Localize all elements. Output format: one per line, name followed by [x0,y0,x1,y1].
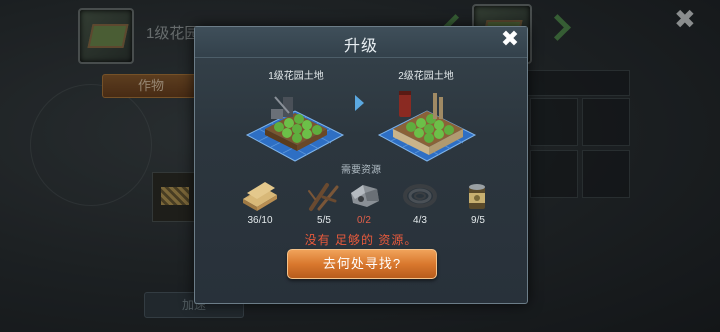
wood-planks-icon [243,182,277,211]
resource-item: 4/3 [393,179,447,231]
resource-item: 36/10 [233,179,287,231]
garden-plot-level1-icon [245,96,345,162]
resource-count: 4/3 [413,215,427,226]
garden-plot-level2-icon [377,91,477,162]
current-level-label: 1级花园土地 [268,71,324,82]
resource-count: 0/2 [357,215,371,226]
resource-count: 9/5 [471,215,485,226]
insufficient-resources-message: 没有 足够的 资源。 [304,233,418,247]
resource-item: 0/2 [337,179,391,231]
metal-scrap-icon [351,185,379,207]
requirements-label: 需要资源 [341,165,381,176]
dialog-title: 升级 [343,38,378,55]
where-to-find-button[interactable]: 去何处寻找? [287,249,437,279]
upgrade-dialog: 升级 ✖ 1级花园土地 2级花园土地 需要资源 36/10 5/5 0/2 4/… [194,26,528,304]
game-scene: 1级花园 作物 ✖ 加速 升级 ✖ 1级花园土地 2级花园土地 需要资源 36/… [0,0,720,332]
close-icon[interactable]: ✖ [497,26,523,52]
canned-food-icon [469,184,485,209]
upgrade-arrow-icon [355,95,364,111]
resource-count: 36/10 [247,215,273,226]
resource-item: 9/5 [451,179,505,231]
next-level-label: 2级花园土地 [398,71,454,82]
dialog-header: 升级 ✖ [195,26,527,58]
hose-icon [403,184,437,208]
